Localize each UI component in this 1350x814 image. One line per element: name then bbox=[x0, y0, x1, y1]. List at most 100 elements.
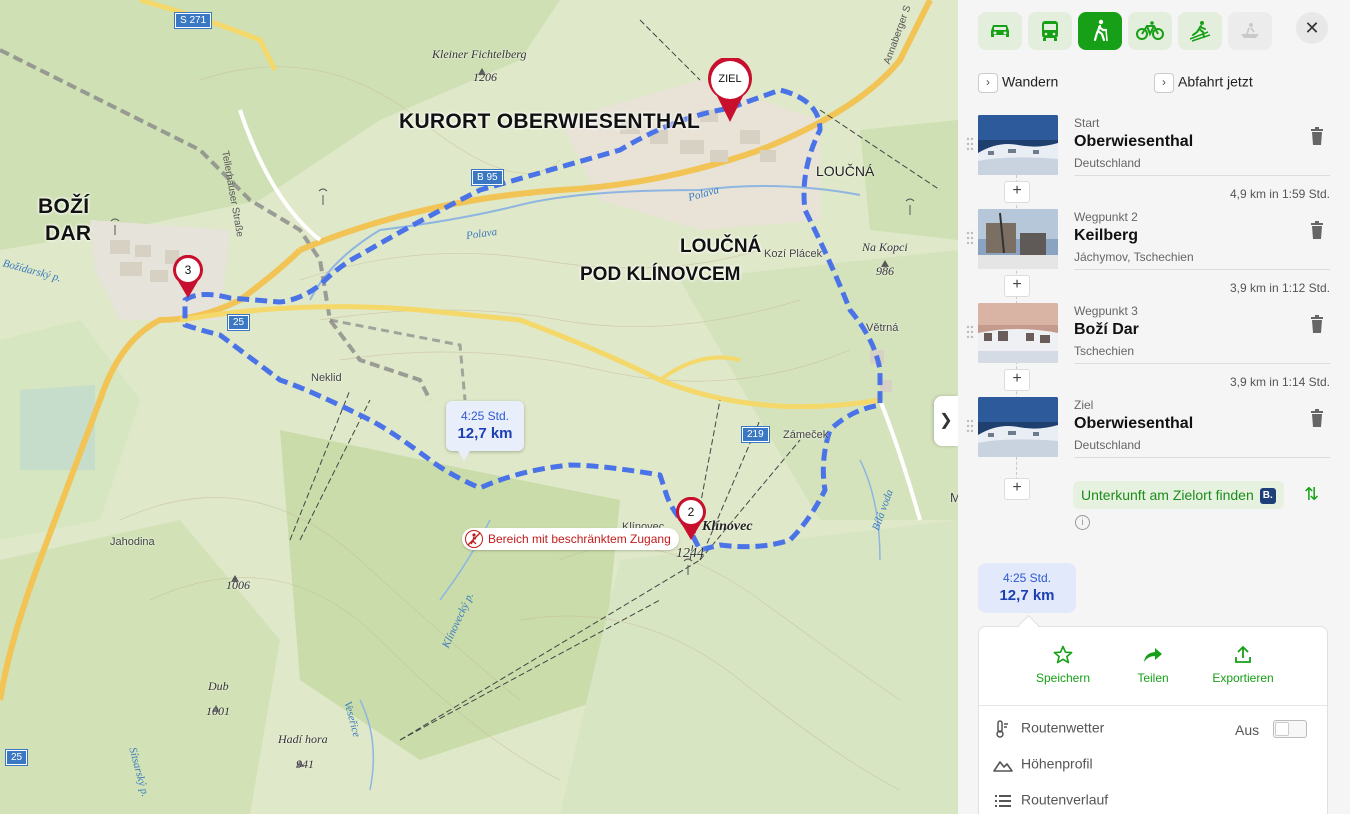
export-icon bbox=[1235, 645, 1251, 663]
waypoint-kind: Start bbox=[1074, 116, 1100, 130]
ski-touring-icon bbox=[1189, 21, 1211, 42]
booking-icon: B. bbox=[1259, 488, 1276, 505]
label-hadi-hora: Hadí hora bbox=[278, 732, 328, 746]
find-accommodation-button[interactable]: Unterkunft am Zielort finden B. bbox=[1073, 481, 1284, 509]
callout-time: 4:25 Std. bbox=[460, 409, 510, 423]
route-weather-toggle[interactable] bbox=[1273, 720, 1307, 738]
export-label: Exportieren bbox=[1212, 671, 1274, 685]
divider bbox=[1074, 175, 1330, 176]
waypoint-kind: Wegpunkt 3 bbox=[1074, 304, 1138, 318]
label-kleiner-fichtelberg-elev: 1206 bbox=[473, 70, 497, 84]
elevation-profile-row[interactable]: Höhenprofil bbox=[993, 755, 1093, 775]
route-weather-row[interactable]: Routenwetter bbox=[993, 719, 1104, 739]
label-kleiner-fichtelberg: Kleiner Fichtelberg bbox=[432, 47, 527, 61]
label-bozi-dar-2: DAR bbox=[45, 222, 92, 245]
waypoint-country: Deutschland bbox=[1074, 156, 1141, 170]
label-jahodina: Jahodina bbox=[110, 536, 155, 548]
label-hadi-hora-elev: 941 bbox=[296, 757, 314, 771]
route-weather-label: Routenwetter bbox=[1021, 719, 1105, 736]
close-button[interactable]: ✕ bbox=[1296, 12, 1328, 44]
mode-bus[interactable] bbox=[1028, 12, 1072, 50]
waypoint-thumbnail bbox=[978, 209, 1058, 269]
label-vetrna: Větrná bbox=[866, 322, 899, 334]
waypoint-kind: Wegpunkt 2 bbox=[1074, 210, 1138, 224]
divider bbox=[979, 705, 1327, 706]
mode-boat[interactable] bbox=[1228, 12, 1272, 50]
waypoint-2-marker[interactable]: 2 bbox=[675, 497, 707, 541]
add-waypoint-button[interactable]: + bbox=[1004, 478, 1030, 500]
trash-icon[interactable] bbox=[1310, 315, 1324, 333]
shield-25: 25 bbox=[226, 314, 251, 331]
shield-s271: S 271 bbox=[173, 12, 213, 29]
collapse-panel-button[interactable]: ❯ bbox=[934, 396, 958, 446]
save-button[interactable]: Speichern bbox=[1023, 645, 1103, 685]
waypoint-3-marker[interactable]: 3 bbox=[172, 255, 204, 299]
departure-selector[interactable]: › Abfahrt jetzt bbox=[1154, 73, 1253, 93]
shield-219: 219 bbox=[741, 426, 770, 443]
boat-icon bbox=[1241, 23, 1259, 38]
close-icon: ✕ bbox=[1304, 18, 1320, 38]
drag-handle-icon[interactable] bbox=[966, 137, 974, 151]
trash-icon[interactable] bbox=[1310, 409, 1324, 427]
hiking-icon bbox=[1093, 19, 1108, 42]
trash-icon[interactable] bbox=[1310, 221, 1324, 239]
label-kurort-oberwiesenthal: KURORT OBERWIESENTHAL bbox=[399, 110, 701, 133]
add-waypoint-button[interactable]: + bbox=[1004, 181, 1030, 203]
restricted-area-text: Bereich mit beschränktem Zugang bbox=[488, 532, 671, 546]
mode-hiking[interactable] bbox=[1078, 12, 1122, 50]
divider bbox=[1074, 363, 1330, 364]
summary-time: 4:25 Std. bbox=[1002, 571, 1052, 585]
label-dub: Dub bbox=[208, 679, 229, 693]
ziel-marker[interactable]: ZIEL bbox=[707, 58, 753, 124]
shield-25b: 25 bbox=[4, 749, 29, 766]
waypoint-2[interactable]: Wegpunkt 2 Keilberg Jáchymov, Tschechien bbox=[966, 209, 1330, 270]
departure-label: Abfahrt jetzt bbox=[1178, 73, 1253, 90]
mode-bike[interactable] bbox=[1128, 12, 1172, 50]
divider bbox=[1074, 457, 1330, 458]
route-summary: 4:25 Std. 12,7 km bbox=[978, 563, 1076, 613]
label-dub-elev: 1001 bbox=[206, 704, 230, 718]
chevron-right-icon: ❯ bbox=[939, 412, 953, 429]
mode-ski-touring[interactable] bbox=[1178, 12, 1222, 50]
activity-selector[interactable]: › Wandern bbox=[978, 73, 1058, 93]
waypoint-3-label: 3 bbox=[184, 263, 192, 277]
waypoint-3[interactable]: Wegpunkt 3 Boží Dar Tschechien bbox=[966, 303, 1330, 364]
share-icon bbox=[1144, 648, 1162, 662]
mode-car[interactable] bbox=[978, 12, 1022, 50]
add-waypoint-button[interactable]: + bbox=[1004, 275, 1030, 297]
label-loucna-pod-2: POD KLÍNOVCEM bbox=[580, 264, 741, 285]
reverse-route-icon[interactable]: ⇅ bbox=[1304, 484, 1319, 505]
waypoint-ziel[interactable]: Ziel Oberwiesenthal Deutschland bbox=[966, 397, 1330, 458]
segment-info: 3,9 km in 1:14 Std. bbox=[1229, 375, 1330, 389]
waypoint-thumbnail bbox=[978, 397, 1058, 457]
waypoint-name: Boží Dar bbox=[1074, 321, 1139, 338]
chevron-right-icon: › bbox=[978, 73, 998, 93]
waypoint-start[interactable]: Start Oberwiesenthal Deutschland bbox=[966, 115, 1330, 176]
accommodation-label: Unterkunft am Zielort finden bbox=[1081, 487, 1254, 503]
route-summary-callout[interactable]: 4:25 Std. 12,7 km bbox=[446, 401, 524, 461]
trash-icon[interactable] bbox=[1310, 127, 1324, 145]
callout-distance: 12,7 km bbox=[457, 425, 513, 442]
add-waypoint-button[interactable]: + bbox=[1004, 369, 1030, 391]
share-button[interactable]: Teilen bbox=[1113, 645, 1193, 685]
drag-handle-icon[interactable] bbox=[966, 231, 974, 245]
chevron-right-icon: › bbox=[1154, 73, 1174, 93]
route-course-row[interactable]: Routenverlauf bbox=[993, 791, 1108, 811]
label-klinovec-elev: 1244 bbox=[676, 546, 704, 561]
drag-handle-icon[interactable] bbox=[966, 325, 974, 339]
list-icon bbox=[995, 795, 1011, 807]
label-zamecek: Zámeček bbox=[783, 429, 829, 441]
info-icon[interactable]: i bbox=[1075, 515, 1090, 530]
label-loucna: LOUČNÁ bbox=[816, 163, 875, 179]
restricted-area-label[interactable]: Bereich mit beschränktem Zugang bbox=[462, 528, 679, 550]
waypoint-kind: Ziel bbox=[1074, 398, 1094, 412]
drag-handle-icon[interactable] bbox=[966, 419, 974, 433]
export-button[interactable]: Exportieren bbox=[1203, 645, 1283, 685]
waypoint-2-label: 2 bbox=[687, 505, 695, 519]
shield-b95: B 95 bbox=[471, 169, 504, 186]
waypoint-country: Tschechien bbox=[1074, 344, 1135, 358]
map-view[interactable]: KURORT OBERWIESENTHAL BOŽÍ DAR LOUČNÁ PO… bbox=[0, 0, 958, 814]
save-label: Speichern bbox=[1035, 671, 1091, 685]
thermometer-icon bbox=[996, 720, 1008, 738]
route-panel: ✕ › Wandern › Abfahrt jetzt Start Oberwies… bbox=[958, 0, 1350, 814]
